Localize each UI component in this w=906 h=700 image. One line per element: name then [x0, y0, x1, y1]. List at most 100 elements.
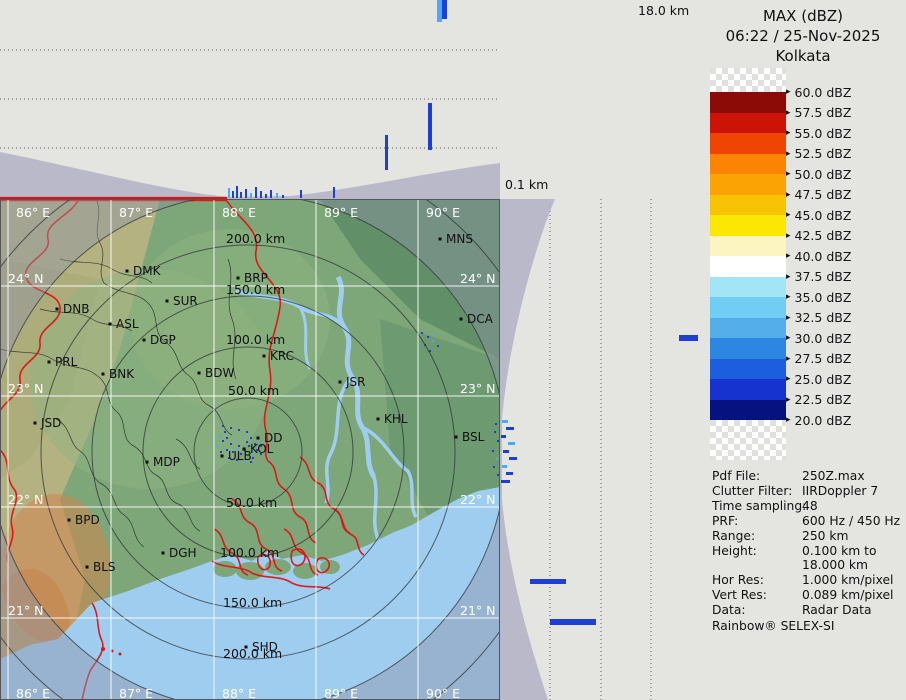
colorbar-band [710, 277, 786, 298]
city-dot [257, 437, 260, 440]
city-label: KRC [270, 349, 294, 363]
range-ring-label: 150.0 km [223, 595, 282, 610]
city-label: BLS [93, 560, 116, 574]
city-dot [102, 373, 105, 376]
city-dot [439, 238, 442, 241]
city-dot [56, 308, 59, 311]
metadata-label: Vert Res: [712, 588, 802, 603]
city-label: SHD [252, 640, 278, 654]
range-ring-label: 50.0 km [228, 383, 279, 398]
city-label: JSD [40, 416, 61, 430]
colorbar-band [710, 338, 786, 359]
colorbar-band [710, 318, 786, 339]
metadata-rows: Pdf File:250Z.maxClutter Filter:IIRDoppl… [712, 469, 904, 618]
colorbar-band [710, 174, 786, 195]
colorbar-band [710, 400, 786, 421]
tick-arrow-icon: ▸ [786, 354, 791, 364]
latitude-label: 21° N [460, 603, 495, 618]
city-dot [263, 355, 266, 358]
metadata-label: Time sampling: [712, 499, 802, 514]
colorbar-checker-top [710, 68, 786, 92]
metadata-row: Time sampling:48 [712, 499, 904, 514]
city-label: BPD [75, 513, 100, 527]
city-dot [48, 361, 51, 364]
city-label: DGH [169, 546, 197, 560]
tick-arrow-icon: ▸ [786, 333, 791, 343]
tick-arrow-icon: ▸ [786, 374, 791, 384]
tick-arrow-icon: ▸ [786, 190, 791, 200]
city-label: MNS [446, 232, 473, 246]
city-dot [34, 422, 37, 425]
metadata-value: Radar Data [802, 603, 871, 618]
city-dot [143, 339, 146, 342]
longitude-label: 88° E [222, 205, 256, 220]
city-dot [166, 300, 169, 303]
tick-arrow-icon: ▸ [786, 395, 791, 405]
metadata-value: 250 km [802, 529, 848, 544]
colorbar-tick: ▸ 32.5 dBZ [786, 310, 851, 326]
range-ring-label: 50.0 km [226, 495, 277, 510]
tick-label: 40.0 dBZ [795, 249, 852, 264]
tick-label: 32.5 dBZ [795, 310, 852, 325]
colorbar-tick: ▸20.0 dBZ [786, 412, 851, 428]
metadata-value: 600 Hz / 450 Hz [802, 514, 900, 529]
colorbar-tick: ▸52.5 dBZ [786, 146, 851, 162]
height-axis-min-label: 0.1 km [505, 177, 548, 192]
tick-arrow-icon: ▸ [786, 251, 791, 261]
metadata-label: Range: [712, 529, 802, 544]
colorbar-tick: ▸ 30.0 dBZ [786, 330, 851, 346]
colorbar-band [710, 256, 786, 277]
metadata-label [712, 558, 802, 573]
tick-label: 30.0 dBZ [795, 331, 852, 346]
tick-label: 25.0 dBZ [795, 372, 852, 387]
metadata-row: Clutter Filter:IIRDoppler 7 [712, 484, 904, 499]
tick-arrow-icon: ▸ [786, 313, 791, 323]
metadata-label: Clutter Filter: [712, 484, 802, 499]
product-header: MAX (dBZ) 06:22 / 25-Nov-2025 Kolkata [700, 6, 906, 66]
city-label: DCA [467, 312, 494, 326]
city-label: BDW [205, 366, 234, 380]
out-of-range-shade [0, 152, 500, 199]
tick-arrow-icon: ▸ [786, 128, 791, 138]
city-label: BSL [462, 430, 485, 444]
colorbar-tick: ▸ 47.5 dBZ [786, 187, 851, 203]
tick-label: 47.5 dBZ [795, 187, 852, 202]
tick-label: 55.0 dBZ [795, 126, 852, 141]
city-label: ULB [228, 449, 252, 463]
longitude-label: 88° E [222, 686, 256, 700]
top-height-profile-panel [0, 0, 500, 199]
city-label: KOL [250, 442, 274, 456]
height-gridlines [0, 50, 497, 148]
colorbar-band [710, 133, 786, 154]
longitude-label: 89° E [324, 205, 358, 220]
latitude-label: 24° N [460, 271, 495, 286]
metadata-row: PRF:600 Hz / 450 Hz [712, 514, 904, 529]
city-label: JSR [345, 375, 366, 389]
city-dot [109, 323, 112, 326]
range-ring-label: 100.0 km [226, 332, 285, 347]
terrain-plains-2 [130, 229, 330, 409]
metadata-value: IIRDoppler 7 [802, 484, 878, 499]
city-dot [339, 381, 342, 384]
colorbar-bands [710, 92, 786, 420]
metadata-value: 48 [802, 499, 818, 514]
city-dot [245, 646, 248, 649]
latitude-label: 23° N [460, 381, 495, 396]
tick-label: 37.5 dBZ [795, 269, 852, 284]
colorbar-tick: ▸35.0 dBZ [786, 289, 851, 305]
city-dot [126, 270, 129, 273]
colorbar-band [710, 154, 786, 175]
colorbar-tick: ▸60.0 dBZ [786, 84, 851, 100]
tick-arrow-icon: ▸ [786, 149, 791, 159]
latitude-label: 22° N [8, 492, 43, 507]
out-of-range-shade [500, 199, 555, 700]
colorbar-tick: ▸57.5 dBZ [786, 105, 851, 121]
tick-label: 27.5 dBZ [795, 351, 852, 366]
colorbar-checker-bottom [710, 420, 786, 460]
metadata-row: 18.000 km [712, 558, 904, 573]
metadata-label: Pdf File: [712, 469, 802, 484]
station-name: Kolkata [700, 46, 906, 66]
radar-map-canvas[interactable]: 86° E86° E87° E87° E88° E88° E89° E89° E… [0, 199, 500, 700]
metadata-row: Data:Radar Data [712, 603, 904, 618]
city-label: DMK [133, 264, 162, 278]
